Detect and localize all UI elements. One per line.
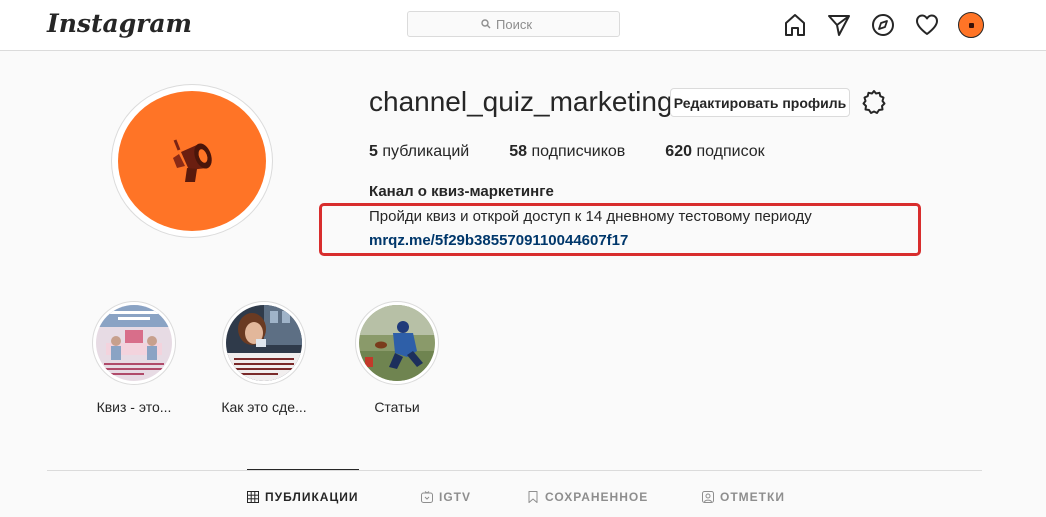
story-highlight-quiz[interactable]: Квиз - это... [84, 301, 184, 415]
story-highlight-how[interactable]: Как это сде... [214, 301, 314, 415]
search-input[interactable] [496, 16, 546, 32]
story-highlight-articles[interactable]: Статьи [347, 301, 447, 415]
tab-tagged-label: ОТМЕТКИ [720, 490, 785, 504]
highlight-cover-how [226, 305, 302, 381]
highlight-ring [92, 301, 176, 385]
tab-saved-label: СОХРАНЕННОЕ [545, 490, 649, 504]
top-navigation-bar: Instagram [0, 0, 1046, 51]
posts-label: публикаций [382, 143, 470, 160]
profile-avatar-icon[interactable] [958, 12, 984, 38]
posts-stat: 5 публикаций [369, 143, 469, 161]
tab-saved[interactable]: СОХРАНЕННОЕ [527, 490, 648, 504]
tab-posts[interactable]: ПУБЛИКАЦИИ [247, 490, 358, 504]
direct-icon[interactable] [826, 12, 852, 38]
tagged-icon [702, 491, 714, 503]
bookmark-icon [528, 491, 538, 503]
grid-icon [247, 491, 259, 503]
active-tab-indicator [247, 469, 359, 470]
highlight-label: Статьи [374, 399, 420, 415]
profile-full-name: Канал о квиз-маркетинге [369, 183, 554, 200]
following-stat[interactable]: 620 подписок [665, 143, 764, 161]
following-count: 620 [665, 143, 692, 160]
profile-picture[interactable] [111, 84, 273, 238]
following-label: подписок [696, 143, 765, 160]
edit-profile-button[interactable]: Редактировать профиль [670, 88, 850, 117]
followers-count: 58 [509, 143, 528, 160]
posts-count: 5 [369, 143, 378, 160]
highlight-ring [222, 301, 306, 385]
igtv-icon [421, 491, 433, 503]
settings-gear-icon[interactable] [861, 89, 887, 115]
profile-username: channel_quiz_marketing [369, 86, 673, 117]
tab-igtv-label: IGTV [439, 490, 472, 504]
bio-highlight-annotation [319, 203, 921, 256]
highlight-ring [355, 301, 439, 385]
tabs-divider [47, 470, 982, 471]
tab-tagged[interactable]: ОТМЕТКИ [702, 490, 785, 504]
profile-picture-image [118, 91, 266, 231]
profile-stats: 5 публикаций 58 подписчиков 620 подписок [369, 143, 805, 161]
search-icon [481, 19, 491, 29]
followers-label: подписчиков [531, 143, 626, 160]
activity-heart-icon[interactable] [914, 12, 940, 38]
home-icon[interactable] [782, 12, 808, 38]
highlight-label: Как это сде... [221, 399, 307, 415]
followers-stat[interactable]: 58 подписчиков [509, 143, 625, 161]
explore-icon[interactable] [870, 12, 896, 38]
tab-posts-label: ПУБЛИКАЦИИ [265, 490, 359, 504]
highlight-cover-quiz [96, 305, 172, 381]
highlight-label: Квиз - это... [96, 399, 172, 415]
tab-igtv[interactable]: IGTV [421, 490, 471, 504]
highlight-cover-articles [359, 305, 435, 381]
search-box[interactable] [407, 11, 620, 37]
megaphone-icon [173, 139, 212, 182]
instagram-logo[interactable]: Instagram [47, 9, 192, 38]
